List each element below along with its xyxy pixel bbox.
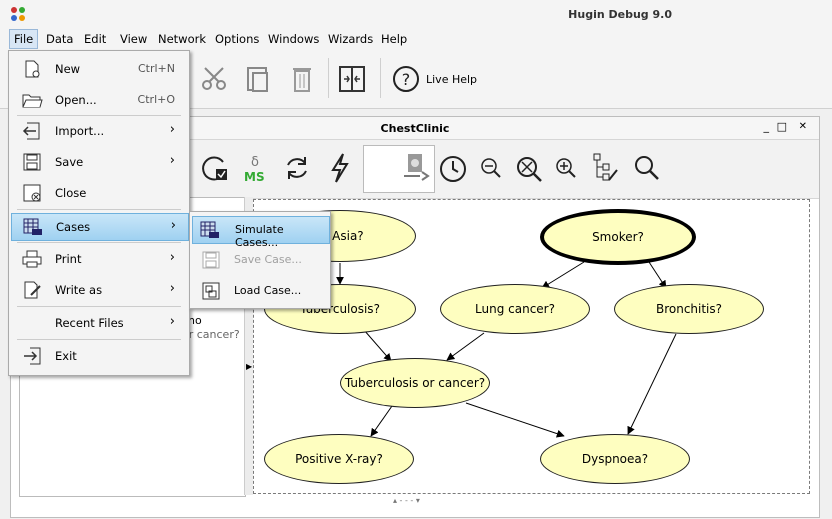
menu-item-simulate-cases[interactable]: Simulate Cases...: [192, 216, 330, 249]
close-file-icon: [23, 184, 41, 202]
file-menu: New Ctrl+N Open... Ctrl+O Import... › Sa…: [8, 50, 190, 376]
clock-icon[interactable]: [439, 155, 467, 183]
menu-item-import[interactable]: Import... ›: [11, 118, 187, 144]
menu-item-save[interactable]: Save ›: [11, 149, 187, 175]
menu-wizards[interactable]: Wizards: [324, 30, 377, 48]
refresh-icon[interactable]: [283, 154, 311, 182]
menu-view[interactable]: View: [116, 30, 151, 48]
svg-text:MS: MS: [244, 170, 265, 184]
tree-edit-icon[interactable]: [591, 152, 619, 184]
zoom-fit-icon[interactable]: [513, 153, 543, 183]
simulate-cases-icon: [200, 221, 219, 238]
menu-item-save-case[interactable]: Save Case...: [192, 247, 328, 273]
new-file-icon: [25, 60, 40, 78]
node-positive-xray[interactable]: Positive X-ray?: [264, 434, 414, 484]
menu-windows[interactable]: Windows: [264, 30, 323, 48]
clipboard-icon: [247, 67, 268, 92]
maximize-button[interactable]: □: [777, 120, 787, 133]
exit-icon: [24, 347, 41, 365]
edge-smoker-lungcancer: [541, 261, 585, 289]
import-icon: [22, 122, 40, 140]
load-case-icon: [202, 282, 220, 300]
live-help-label: Live Help: [426, 72, 478, 86]
folder-open-icon: [22, 94, 43, 108]
app-title: Hugin Debug 9.0: [568, 8, 672, 21]
menu-item-load-case[interactable]: Load Case...: [192, 278, 328, 304]
node-bronchitis[interactable]: Bronchitis?: [614, 284, 764, 334]
slider-thumb-icon: [404, 154, 430, 181]
panel-text-fragment: no: [188, 314, 202, 327]
write-as-icon: [24, 281, 41, 299]
edge-bronchitis-dyspnoea: [627, 333, 677, 435]
menu-bar: File Data Edit View Network Options Wind…: [0, 28, 832, 51]
edge-tborcancer-xray: [370, 405, 393, 437]
trash-icon: [293, 68, 311, 92]
paste-button[interactable]: [240, 62, 276, 96]
menu-item-print[interactable]: Print ›: [11, 246, 187, 272]
lightning-icon[interactable]: [329, 152, 351, 184]
cases-icon: [23, 218, 42, 235]
menu-item-new[interactable]: New Ctrl+N: [11, 56, 187, 82]
save-case-icon: [202, 251, 220, 269]
live-help-button[interactable]: ? Live Help: [392, 62, 482, 96]
menu-network[interactable]: Network: [154, 30, 210, 48]
menu-item-write-as[interactable]: Write as ›: [11, 277, 187, 303]
help-icon: ?: [393, 66, 419, 92]
edge-tborcancer-dyspnoea: [465, 402, 565, 438]
menu-item-cases[interactable]: Cases ›: [11, 213, 189, 241]
minimize-button[interactable]: _: [764, 120, 770, 133]
menu-item-close[interactable]: Close: [11, 180, 187, 206]
save-icon: [23, 153, 41, 171]
cases-submenu: Simulate Cases... Save Case... Load Case…: [189, 211, 331, 309]
max-propagation-icon[interactable]: δMS: [241, 152, 271, 184]
split-window-icon: [339, 66, 365, 92]
title-bar: Hugin Debug 9.0: [0, 0, 832, 28]
compile-icon[interactable]: [201, 154, 231, 184]
hugin-logo-icon: [11, 7, 25, 21]
node-tuberculosis-or-cancer[interactable]: Tuberculosis or cancer?: [340, 358, 490, 408]
cut-button[interactable]: [196, 62, 232, 96]
zoom-out-icon[interactable]: [479, 156, 503, 180]
node-dyspnoea[interactable]: Dyspnoea?: [540, 434, 690, 484]
scissors-icon: [202, 67, 226, 90]
node-smoker[interactable]: Smoker?: [540, 209, 696, 265]
zoom-slider-box[interactable]: [363, 145, 435, 193]
scroll-indicator[interactable]: ▴ - - - ▾: [393, 496, 420, 505]
menu-options[interactable]: Options: [211, 30, 263, 48]
search-icon[interactable]: [633, 154, 661, 182]
menu-edit[interactable]: Edit: [80, 30, 110, 48]
delete-button[interactable]: [284, 62, 320, 96]
menu-help[interactable]: Help: [377, 30, 411, 48]
printer-icon: [22, 250, 42, 268]
edge-lung-tborcancer: [446, 332, 485, 361]
panel-text-fragment-2: or cancer?: [182, 328, 240, 341]
close-button[interactable]: ✕: [799, 121, 807, 132]
node-lung-cancer[interactable]: Lung cancer?: [440, 284, 590, 334]
zoom-in-icon[interactable]: [554, 156, 578, 180]
svg-text:?: ?: [402, 70, 411, 89]
split-view-button[interactable]: [334, 62, 370, 96]
menu-data[interactable]: Data: [42, 30, 77, 48]
menu-file[interactable]: File: [9, 29, 39, 49]
menu-item-exit[interactable]: Exit: [11, 343, 187, 369]
edge-smoker-bronchitis: [648, 261, 667, 289]
edge-tb-tborcancer: [363, 329, 392, 362]
network-canvas[interactable]: to Asia? Smoker? Tuberculosis? Lung canc…: [253, 199, 810, 494]
menu-item-recent-files[interactable]: Recent Files ›: [11, 310, 187, 336]
menu-item-open[interactable]: Open... Ctrl+O: [11, 87, 187, 113]
svg-text:δ: δ: [251, 155, 259, 170]
